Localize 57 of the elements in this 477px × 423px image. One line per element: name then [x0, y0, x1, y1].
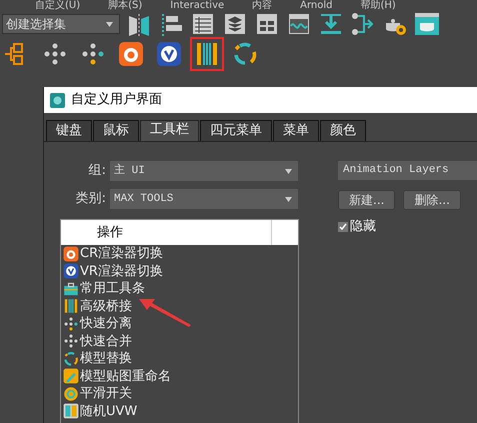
bridge-icon[interactable]: [190, 37, 224, 71]
tab[interactable]: 键盘: [46, 120, 92, 141]
uvw-icon[interactable]: [63, 403, 79, 420]
hide-label: 隐藏: [350, 218, 376, 236]
menu-item[interactable]: Interactive: [170, 0, 224, 11]
toolbox-icon[interactable]: [63, 280, 79, 297]
checkmark-icon: [339, 222, 347, 231]
dialog-title: 自定义用户界面: [71, 91, 162, 110]
logo-icon[interactable]: [63, 263, 79, 280]
pencil-icon[interactable]: [63, 368, 79, 384]
dropdown-caret-icon: [106, 22, 113, 26]
bridge-icon[interactable]: [63, 298, 79, 314]
dropdown-caret-icon: [285, 196, 292, 202]
table-icon[interactable]: [190, 11, 216, 37]
dots-icon[interactable]: [63, 333, 79, 350]
column-header[interactable]: 操作: [97, 222, 123, 242]
tab[interactable]: 四元菜单: [200, 120, 272, 141]
list-item[interactable]: 平滑开关: [80, 384, 132, 404]
menu-item[interactable]: Arnold: [300, 0, 333, 11]
group-label: 组:: [88, 162, 106, 180]
mirror-icon[interactable]: [126, 11, 152, 37]
layers-icon[interactable]: [222, 11, 248, 37]
dialog-button[interactable]: 新建...: [338, 190, 396, 210]
hide-checkbox[interactable]: [338, 222, 348, 232]
schematic-icon[interactable]: [254, 11, 280, 37]
toolbar-name-field[interactable]: Animation Layers: [338, 161, 477, 180]
download-icon[interactable]: [318, 11, 344, 37]
render-icon[interactable]: [414, 11, 440, 37]
group-dropdown[interactable]: 主 UI: [110, 161, 298, 181]
ring-logo-icon[interactable]: [63, 246, 79, 262]
menu-item[interactable]: 帮助(H): [360, 0, 396, 11]
app-logo-icon: [50, 92, 65, 108]
tab[interactable]: 工具栏: [140, 120, 199, 141]
tab[interactable]: 颜色: [320, 120, 366, 141]
dialog-button[interactable]: 删除...: [403, 190, 461, 210]
dropdown-caret-icon: [285, 168, 292, 174]
arrow-annotation: [139, 297, 191, 327]
tab[interactable]: 鼠标: [93, 120, 139, 141]
list-item[interactable]: 快速分离: [80, 314, 132, 334]
dots-icon[interactable]: [63, 316, 79, 332]
list-item[interactable]: CR渲染器切换: [80, 244, 164, 264]
node-graph-icon[interactable]: [350, 11, 376, 37]
curve-editor-icon[interactable]: [286, 11, 312, 37]
menu-item[interactable]: 脚本(S): [108, 0, 142, 11]
ring-icon[interactable]: [63, 386, 79, 402]
list-item[interactable]: 随机UVW: [80, 402, 138, 421]
list-item[interactable]: 高级桥接: [80, 296, 132, 316]
list-item[interactable]: 常用工具条: [80, 279, 145, 298]
list-item[interactable]: 快速合并: [80, 332, 132, 351]
tab[interactable]: 菜单: [273, 120, 319, 141]
list-item[interactable]: VR渲染器切换: [80, 262, 163, 281]
category-label: 类别:: [74, 190, 106, 208]
recycle-icon[interactable]: [63, 350, 79, 367]
category-dropdown[interactable]: MAX TOOLS: [110, 189, 298, 209]
list-item[interactable]: 模型替换: [80, 349, 132, 368]
list-item[interactable]: 模型贴图重命名: [80, 366, 171, 386]
selection-set-dropdown[interactable]: 创建选择集: [2, 14, 120, 34]
